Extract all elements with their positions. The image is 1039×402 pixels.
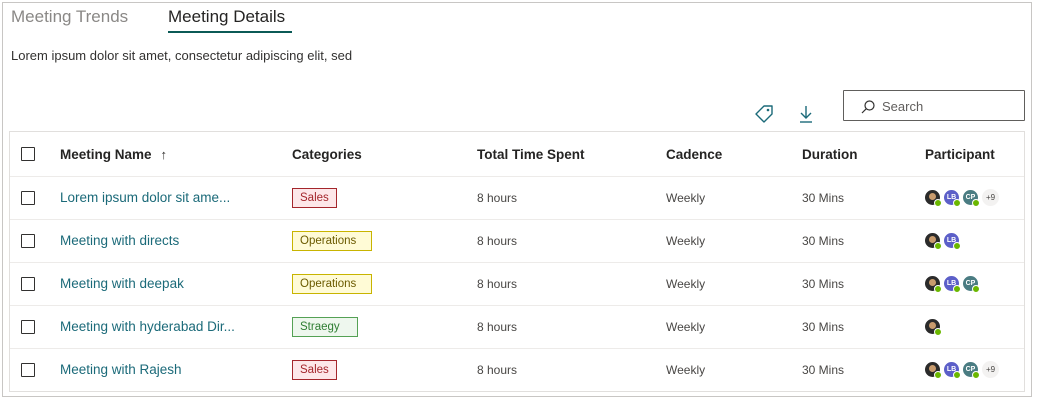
cadence-value: Weekly [666, 362, 706, 377]
tab-meeting-details[interactable]: Meeting Details [168, 7, 285, 27]
participant-avatars[interactable]: LB [925, 233, 963, 250]
more-participants-count[interactable]: +9 [982, 361, 999, 378]
cadence-value: Weekly [666, 190, 706, 205]
presence-indicator [934, 285, 942, 293]
page-description: Lorem ipsum dolor sit amet, consectetur … [11, 48, 353, 63]
participant-avatars[interactable]: LB CP [925, 276, 982, 293]
presence-indicator [972, 285, 980, 293]
avatar[interactable] [925, 233, 942, 250]
avatar[interactable]: LB [944, 362, 961, 379]
total-time-value: 8 hours [477, 276, 518, 291]
total-time-value: 8 hours [477, 362, 518, 377]
duration-value: 30 Mins [802, 190, 845, 205]
cadence-value: Weekly [666, 319, 706, 334]
column-header-meeting-name[interactable]: Meeting Name [60, 147, 152, 162]
cadence-value: Weekly [666, 276, 706, 291]
presence-indicator [953, 199, 961, 207]
table-row[interactable]: Meeting with hyderabad Dir... Straegy 8 … [10, 305, 1024, 349]
participant-avatars[interactable]: LB CP +9 [925, 189, 999, 207]
presence-indicator [953, 242, 961, 250]
category-badge: Sales [292, 359, 337, 380]
active-tab-indicator [168, 31, 292, 33]
meeting-details-panel: Meeting Trends Meeting Details Lorem ips… [2, 2, 1032, 397]
presence-indicator [934, 328, 942, 336]
more-participants-count[interactable]: +9 [982, 189, 999, 206]
avatar[interactable]: CP [963, 276, 980, 293]
meetings-table: Meeting Name ↑ Categories Total Time Spe… [9, 131, 1025, 392]
duration-value: 30 Mins [802, 233, 845, 248]
duration-value: 30 Mins [802, 362, 845, 377]
meeting-name-link[interactable]: Lorem ipsum dolor sit ame... [60, 190, 230, 205]
table-row[interactable]: Meeting with deepak Operations 8 hours W… [10, 262, 1024, 306]
meeting-name-link[interactable]: Meeting with deepak [60, 276, 184, 291]
avatar[interactable] [925, 190, 942, 207]
tab-meeting-trends[interactable]: Meeting Trends [11, 7, 128, 27]
duration-value: 30 Mins [802, 276, 845, 291]
cadence-value: Weekly [666, 233, 706, 248]
avatar[interactable] [925, 276, 942, 293]
sort-ascending-icon[interactable]: ↑ [161, 147, 168, 162]
avatar[interactable] [925, 319, 942, 336]
row-checkbox[interactable] [21, 362, 35, 377]
meeting-name-link[interactable]: Meeting with Rajesh [60, 362, 182, 377]
column-header-cadence[interactable]: Cadence [666, 147, 722, 162]
table-row[interactable]: Lorem ipsum dolor sit ame... Sales 8 hou… [10, 176, 1024, 220]
category-badge: Operations [292, 273, 372, 294]
meeting-name-link[interactable]: Meeting with directs [60, 233, 179, 248]
presence-indicator [972, 371, 980, 379]
row-checkbox[interactable] [21, 233, 35, 248]
column-header-participant[interactable]: Participant [925, 147, 995, 162]
avatar[interactable]: CP [963, 362, 980, 379]
participant-avatars[interactable] [925, 319, 944, 336]
total-time-value: 8 hours [477, 233, 518, 248]
presence-indicator [934, 242, 942, 250]
avatar[interactable]: LB [944, 276, 961, 293]
avatar[interactable] [925, 362, 942, 379]
participant-avatars[interactable]: LB CP +9 [925, 361, 999, 379]
table-row[interactable]: Meeting with Rajesh Sales 8 hours Weekly… [10, 348, 1024, 391]
presence-indicator [934, 199, 942, 207]
total-time-value: 8 hours [477, 190, 518, 205]
column-header-categories[interactable]: Categories [292, 147, 362, 162]
tag-icon[interactable] [753, 103, 775, 125]
select-all-checkbox[interactable] [21, 147, 35, 161]
search-box[interactable] [843, 90, 1025, 121]
presence-indicator [953, 285, 961, 293]
download-icon[interactable] [795, 103, 817, 125]
category-badge: Operations [292, 230, 372, 251]
avatar[interactable]: LB [944, 190, 961, 207]
avatar[interactable]: CP [963, 190, 980, 207]
presence-indicator [934, 371, 942, 379]
meeting-name-link[interactable]: Meeting with hyderabad Dir... [60, 319, 235, 334]
category-badge: Sales [292, 187, 337, 208]
column-header-duration[interactable]: Duration [802, 147, 858, 162]
duration-value: 30 Mins [802, 319, 845, 334]
table-row[interactable]: Meeting with directs Operations 8 hours … [10, 219, 1024, 263]
presence-indicator [953, 371, 961, 379]
presence-indicator [972, 199, 980, 207]
total-time-value: 8 hours [477, 319, 518, 334]
search-input[interactable] [882, 96, 1014, 116]
table-header-row: Meeting Name ↑ Categories Total Time Spe… [10, 132, 1024, 177]
avatar[interactable]: LB [944, 233, 961, 250]
column-header-total-time-spent[interactable]: Total Time Spent [477, 147, 585, 162]
row-checkbox[interactable] [21, 190, 35, 205]
search-icon [861, 100, 875, 114]
category-badge: Straegy [292, 316, 358, 337]
row-checkbox[interactable] [21, 319, 35, 334]
row-checkbox[interactable] [21, 276, 35, 291]
